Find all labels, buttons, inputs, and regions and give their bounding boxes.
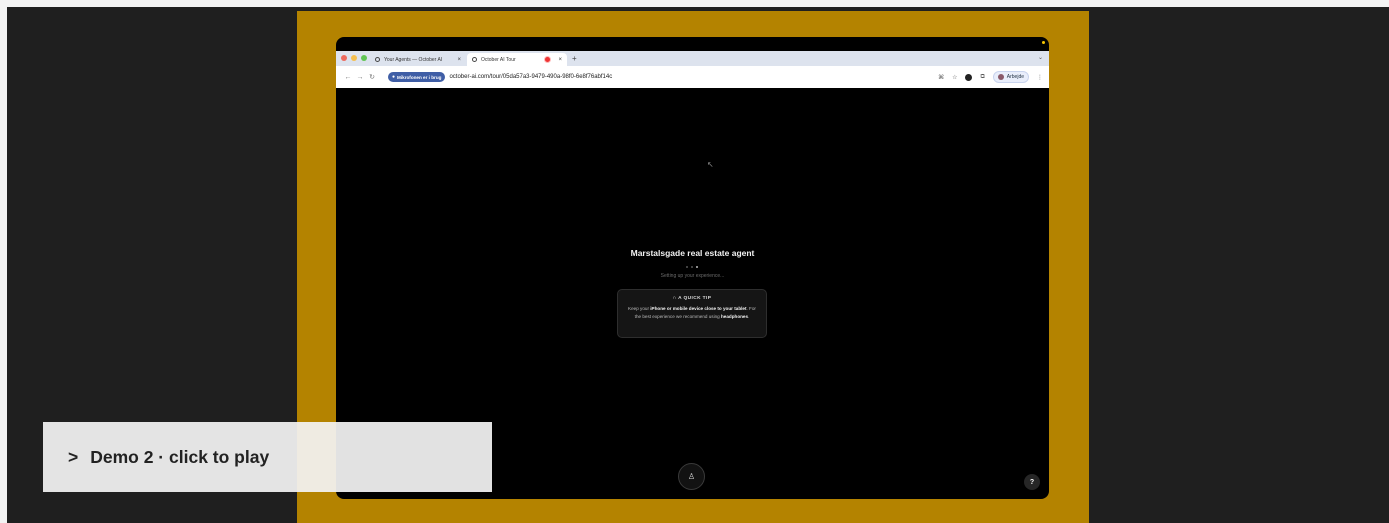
mic-in-use-pill[interactable]: ● Mikrofonen er i brug xyxy=(388,72,446,82)
tip-body: Keep your iPhone or mobile device close … xyxy=(628,306,756,319)
maximize-window-button[interactable] xyxy=(361,55,367,61)
quick-tip-card: ∩ A QUICK TIP Keep your iPhone or mobile… xyxy=(617,289,767,338)
agent-title: Marstalsgade real estate agent xyxy=(630,248,755,258)
window-controls xyxy=(341,55,367,61)
setup-status-text: Setting up your experience... xyxy=(660,273,725,279)
headphones-icon: ∩ xyxy=(672,296,677,301)
avatar xyxy=(997,74,1004,80)
extensions-puzzle-icon[interactable]: ⧉ xyxy=(980,74,984,81)
tab-october-tour[interactable]: October AI Tour × xyxy=(467,53,567,66)
browser-toolbar: ← → ↻ ● Mikrofonen er i brug october-ai.… xyxy=(336,66,1049,88)
address-bar[interactable]: ● Mikrofonen er i brug october-ai.com/to… xyxy=(388,70,916,84)
play-demo-button[interactable]: > Demo 2 · click to play xyxy=(43,422,492,492)
microphone-icon: ● xyxy=(392,74,396,80)
camera-indicator-dot xyxy=(1042,41,1045,44)
extension-icon[interactable] xyxy=(965,73,973,81)
plus-icon[interactable]: + xyxy=(572,53,577,65)
tab-strip: Your Agents — October AI × October AI To… xyxy=(336,51,1049,66)
close-tab-icon[interactable]: × xyxy=(457,57,461,63)
close-tab-icon[interactable]: × xyxy=(558,57,562,63)
tip-heading: ∩ A QUICK TIP xyxy=(672,296,712,301)
profile-name: Arbejde xyxy=(1006,74,1024,80)
back-arrow-icon[interactable]: ← xyxy=(342,74,354,81)
tab-your-agents[interactable]: Your Agents — October AI × xyxy=(370,53,466,66)
recording-icon xyxy=(544,56,552,63)
menu-dots-icon[interactable]: ⋮ xyxy=(1037,74,1043,81)
toolbar-actions: ⌘ ☆ ⧉ Arbejde ⋮ xyxy=(938,71,1043,83)
globe-icon xyxy=(472,57,477,62)
person-icon: ♙ xyxy=(687,472,696,481)
play-demo-label: Demo 2 · click to play xyxy=(90,446,270,467)
url-text: october-ai.com/tour/05da57a3-9479-490a-9… xyxy=(449,74,613,80)
loading-dots xyxy=(686,266,698,268)
close-window-button[interactable] xyxy=(341,55,347,61)
translate-icon[interactable]: ⌘ xyxy=(938,74,944,81)
minimize-window-button[interactable] xyxy=(351,55,357,61)
bookmark-star-icon[interactable]: ☆ xyxy=(952,74,957,81)
profile-button[interactable]: Arbejde xyxy=(992,71,1029,83)
user-avatar-button[interactable]: ♙ xyxy=(678,463,705,490)
top-strip xyxy=(0,0,1389,7)
globe-icon xyxy=(375,57,380,62)
mouse-cursor-icon: ↖ xyxy=(707,160,714,169)
reload-icon[interactable]: ↻ xyxy=(366,73,378,81)
tab-label: October AI Tour xyxy=(481,56,516,63)
forward-arrow-icon[interactable]: → xyxy=(354,74,366,81)
help-button[interactable]: ? xyxy=(1024,474,1040,490)
chevron-down-icon[interactable]: ⌄ xyxy=(1038,54,1043,61)
left-edge xyxy=(0,7,7,523)
tab-label: Your Agents — October AI xyxy=(384,56,443,63)
browser-window: Your Agents — October AI × October AI To… xyxy=(336,51,1049,88)
play-arrow-icon: > xyxy=(68,446,79,467)
mic-pill-label: Mikrofonen er i brug xyxy=(397,74,442,80)
